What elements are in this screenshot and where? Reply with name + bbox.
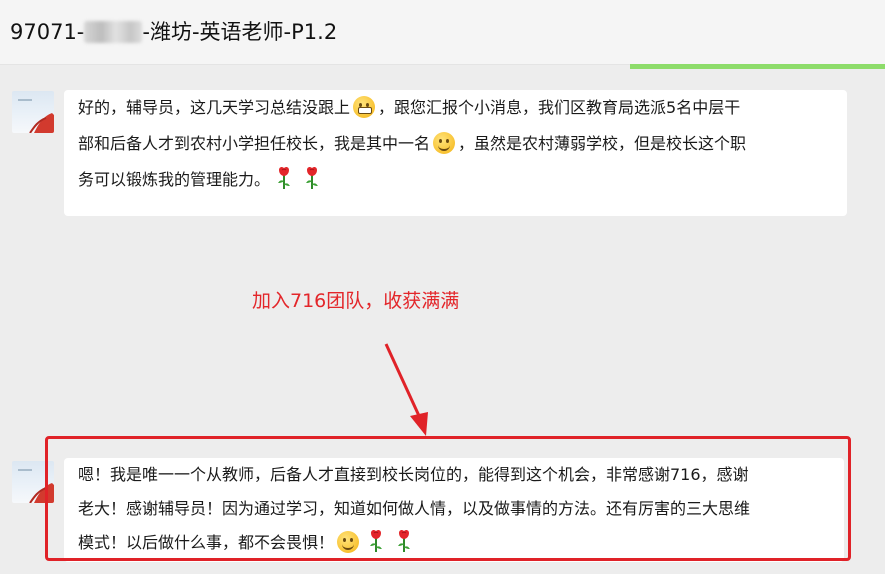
redacted-name — [84, 21, 143, 43]
grimace-emoji — [353, 96, 376, 118]
message-line: 务可以锻炼我的管理能力。 — [78, 162, 833, 198]
message-text-segment: ，跟您汇报个小消息，我们区教育局选派5名中层干 — [378, 98, 741, 117]
message-text-segment: ，虽然是农村薄弱学校，但是校长这个职 — [458, 134, 747, 153]
rose-icon — [306, 166, 319, 189]
message-text-segment: 好的，辅导员，这几天学习总结没跟上 — [78, 98, 351, 117]
smile-emoji — [433, 132, 456, 154]
message-text-segment: 务可以锻炼我的管理能力。 — [78, 170, 271, 189]
message-line: 好的，辅导员，这几天学习总结没跟上 ，跟您汇报个小消息，我们区教育局选派5名中层干 — [78, 90, 833, 126]
chat-title-suffix: -潍坊-英语老师-P1.2 — [142, 20, 338, 44]
arrow-icon — [384, 343, 428, 436]
rose-icon — [278, 166, 291, 189]
chat-header: 97071- -潍坊-英语老师-P1.2 — [0, 0, 885, 65]
message-text: 好的，辅导员，这几天学习总结没跟上 ，跟您汇报个小消息，我们区教育局选派5名中层干… — [64, 90, 847, 198]
loading-progress-bar — [630, 64, 885, 69]
message-bubble[interactable]: 好的，辅导员，这几天学习总结没跟上 ，跟您汇报个小消息，我们区教育局选派5名中层干… — [64, 90, 847, 216]
chat-title: 97071- -潍坊-英语老师-P1.2 — [10, 16, 337, 46]
avatar[interactable] — [12, 91, 54, 133]
message-text-segment: 部和后备人才到农村小学担任校长，我是其中一名 — [78, 134, 431, 153]
annotation-text: 加入716团队，收获满满 — [252, 290, 460, 312]
highlight-box — [45, 436, 851, 561]
message-line: 部和后备人才到农村小学担任校长，我是其中一名 ，虽然是农村薄弱学校，但是校长这个职 — [78, 126, 833, 162]
chat-title-prefix: 97071- — [10, 20, 85, 44]
